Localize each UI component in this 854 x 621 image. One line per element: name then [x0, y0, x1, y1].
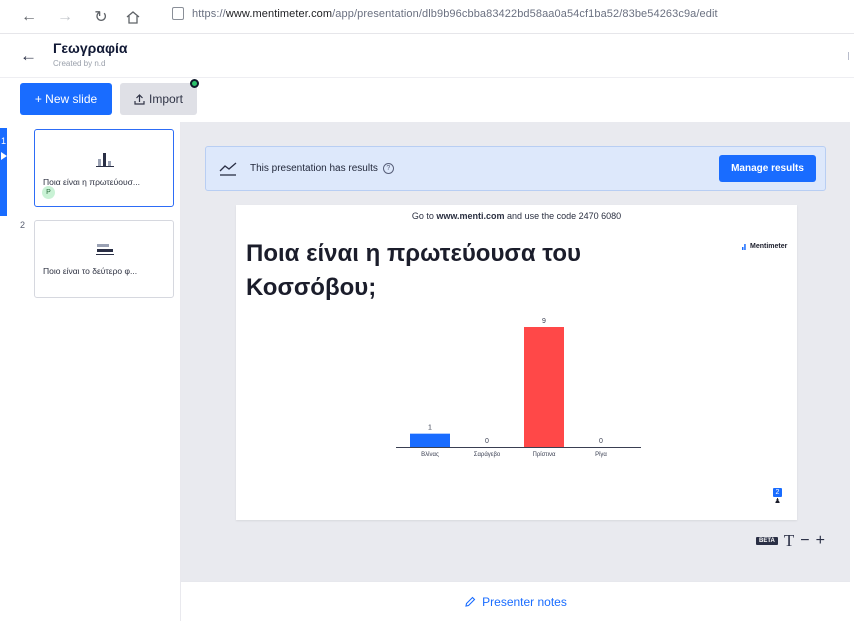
category-label: Πρίστινα: [533, 452, 556, 458]
category-label: Βλίνας: [421, 452, 439, 458]
font-size-icon[interactable]: T: [784, 531, 794, 551]
category-label: Σαράγεβο: [474, 451, 501, 458]
bar-chart-icon: [96, 153, 114, 167]
help-icon[interactable]: ?: [382, 163, 394, 174]
bar-value-label: 9: [542, 318, 546, 325]
slide-title: Ποια είναι η πρωτεύουσ...: [43, 177, 140, 187]
presentation-header: ← Γεωγραφία Created by n.d: [0, 34, 854, 78]
bar-value-label: 1: [428, 425, 432, 432]
presenter-notes-label: Presenter notes: [482, 594, 567, 609]
bar-value-label: 0: [599, 438, 603, 445]
response-counter: 2 ♟: [773, 488, 782, 506]
slide-preview[interactable]: Go to www.menti.com and use the code 247…: [236, 205, 797, 520]
forward-arrow-icon[interactable]: →: [50, 2, 80, 32]
slide-title: Ποιο είναι το δεύτερο φ...: [43, 266, 138, 276]
bar-value-label: 0: [485, 438, 489, 445]
presentation-title[interactable]: Γεωγραφία: [53, 40, 127, 56]
editor-canvas: This presentation has results ? Manage r…: [181, 122, 850, 581]
person-icon: ♟: [774, 498, 781, 505]
beta-badge: BETA: [756, 537, 778, 545]
pencil-icon: [465, 596, 476, 607]
browser-toolbar: ← → ↻ https://www.mentimeter.com/app/pre…: [0, 0, 854, 34]
category-label: Ρίγα: [595, 452, 607, 458]
slide-thumbnail-2[interactable]: 2 Ποιο είναι το δεύτερο φ...: [0, 216, 181, 304]
text-size-controls: BETA T − +: [756, 531, 825, 551]
slide-number: 1: [1, 136, 7, 146]
back-icon[interactable]: ←: [20, 46, 37, 66]
presenter-notes-button[interactable]: Presenter notes: [181, 581, 850, 621]
lock-icon: [172, 7, 184, 20]
results-chart-icon: [219, 162, 237, 176]
presentation-creator: Created by n.d: [53, 59, 106, 68]
reload-icon[interactable]: ↻: [86, 2, 116, 32]
import-label: Import: [148, 92, 183, 106]
slide-card[interactable]: Ποια είναι η πρωτεύουσ... P: [34, 129, 174, 207]
ranking-chart-icon: [96, 244, 114, 255]
new-slide-button[interactable]: + New slide: [20, 83, 112, 115]
results-bar-chart: 1 Βλίνας 0 Σαράγεβο 9 Πρίστινα 0 Ρίγα: [396, 318, 641, 458]
edge-divider: [848, 52, 852, 60]
play-icon: [1, 152, 7, 160]
slide-card[interactable]: Ποιο είναι το δεύτερο φ...: [34, 220, 174, 298]
chart-bar: [524, 327, 564, 447]
increase-text-button[interactable]: +: [816, 532, 825, 550]
chart-bar: [410, 433, 450, 447]
results-banner: This presentation has results ? Manage r…: [205, 146, 826, 191]
upload-icon: [134, 93, 145, 105]
notification-dot: [190, 79, 199, 88]
slide-list: 1 Ποια είναι η πρωτεύουσ... P 2 Ποιο είν…: [0, 122, 181, 621]
manage-results-button[interactable]: Manage results: [719, 155, 816, 182]
results-message: This presentation has results: [250, 163, 378, 174]
response-count: 2: [773, 488, 782, 497]
decrease-text-button[interactable]: −: [800, 532, 809, 550]
home-icon[interactable]: [118, 2, 148, 32]
address-bar[interactable]: https://www.mentimeter.com/app/presentat…: [192, 8, 718, 20]
user-avatar: P: [42, 186, 55, 199]
slide-thumbnail-1[interactable]: 1 Ποια είναι η πρωτεύουσ... P: [0, 128, 181, 216]
back-arrow-icon[interactable]: ←: [14, 2, 44, 32]
import-button[interactable]: Import: [120, 83, 197, 115]
slide-number: 2: [20, 220, 26, 230]
editor-toolbar: + New slide Import: [0, 78, 854, 122]
